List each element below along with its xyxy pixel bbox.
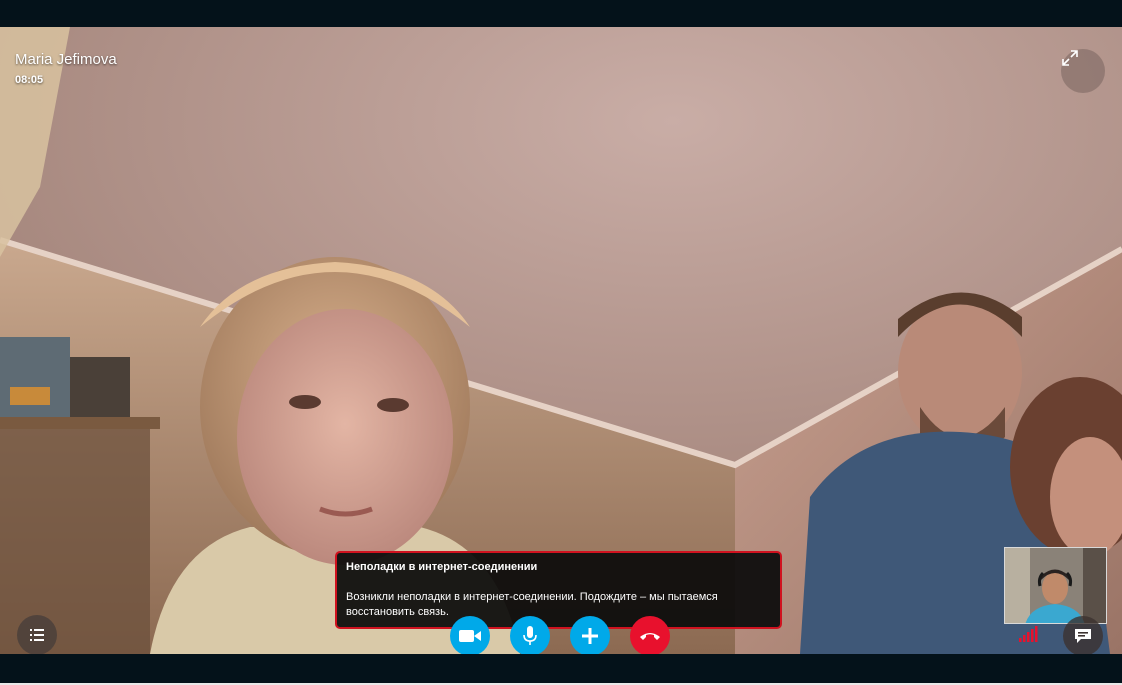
fullscreen-button[interactable] <box>1061 49 1105 93</box>
woman-face <box>237 309 453 565</box>
top-bar <box>0 0 1122 27</box>
hang-up-icon <box>640 633 660 640</box>
open-chat-button[interactable] <box>1063 616 1103 656</box>
woman-eye-left <box>289 395 321 409</box>
chat-icon <box>1075 629 1091 643</box>
bottom-bar <box>0 654 1122 685</box>
microphone-icon <box>523 626 537 645</box>
toggle-video-button[interactable] <box>450 616 490 656</box>
call-window: Maria Jefimova 08:05 Неполадки в интерне… <box>0 0 1122 685</box>
toggle-mic-button[interactable] <box>510 616 550 656</box>
end-call-button[interactable] <box>630 616 670 656</box>
call-timer: 08:05 <box>15 74 44 86</box>
self-view[interactable] <box>1004 547 1107 624</box>
remote-video: Maria Jefimova 08:05 Неполадки в интерне… <box>0 27 1122 654</box>
shelf-label <box>10 387 50 405</box>
toast-body: Возникли неполадки в интернет-соединении… <box>346 591 718 618</box>
toast-title: Неполадки в интернет-соединении <box>346 561 538 573</box>
list-icon <box>30 629 44 641</box>
shelf-item <box>70 357 130 417</box>
caller-name: Maria Jefimova <box>15 51 117 68</box>
woman-eye-right <box>377 398 409 412</box>
expand-icon <box>1062 50 1078 66</box>
connection-warning-toast: Неполадки в интернет-соединении Возникли… <box>335 551 782 629</box>
signal-bars-icon <box>1019 626 1038 642</box>
add-participant-button[interactable] <box>570 616 610 656</box>
shelf <box>0 417 160 429</box>
call-menu-button[interactable] <box>17 615 57 655</box>
video-camera-icon <box>459 630 481 642</box>
self-view-scene <box>1005 548 1106 623</box>
plus-icon <box>582 628 598 644</box>
